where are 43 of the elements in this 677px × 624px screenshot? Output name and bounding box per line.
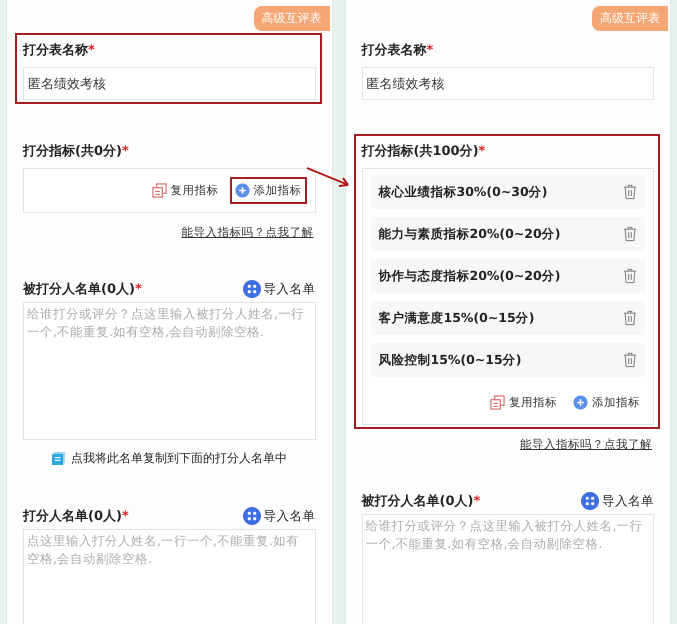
field-label: 被打分人名单(0人)* (362, 493, 480, 510)
help-link[interactable]: 能导入指标吗？点我了解 (520, 437, 652, 452)
field-label: 被打分人名单(0人)* (23, 281, 142, 298)
field-label: 打分表名称* (362, 43, 434, 58)
text-area[interactable]: 给谁打分或评分？点这里输入被打分人姓名,一行一个,不能重复.如有空格,会自动剔除空格. (23, 302, 316, 440)
plus-icon (234, 183, 250, 198)
trash-icon[interactable] (623, 268, 637, 284)
text-area[interactable]: 给谁打分或评分？点这里输入被打分人姓名,一行一个,不能重复.如有空格,会自动剔除空格. (362, 514, 654, 624)
field-label: 打分指标(共0分)* (23, 144, 129, 159)
import-list-button[interactable]: 导入名单 (242, 507, 316, 525)
indicator-row[interactable]: 客户满意度15%(0~15分) (370, 301, 645, 335)
document-icon (52, 452, 65, 465)
copy-icon (152, 183, 166, 198)
form-type-badge: 高级互评表 (254, 6, 330, 31)
trash-icon[interactable] (623, 184, 637, 200)
indicator-row[interactable]: 协作与态度指标20%(0~20分) (370, 259, 645, 293)
trash-icon[interactable] (623, 310, 637, 326)
field-label: 打分指标(共100分)* (362, 144, 486, 159)
copy-list-link[interactable]: 点我将此名单复制到下面的打分人名单中 (52, 450, 287, 467)
reuse-indicators-button[interactable]: 复用指标 (485, 389, 562, 416)
pointer-arrow (306, 167, 350, 189)
indicator-row[interactable]: 能力与素质指标20%(0~20分) (370, 217, 645, 251)
field-label: 打分表名称* (23, 43, 95, 58)
indicator-row[interactable]: 核心业绩指标30%(0~30分) (370, 175, 645, 209)
reuse-indicators-button[interactable]: 复用指标 (146, 177, 224, 204)
add-indicator-button[interactable]: 添加指标 (568, 389, 645, 416)
text-area[interactable]: 点这里输入打分人姓名,一行一个,不能重复.如有空格,会自动剔除空格. (23, 529, 316, 624)
import-list-button[interactable]: 导入名单 (242, 280, 316, 298)
indicator-row[interactable]: 风险控制15%(0~15分) (370, 343, 645, 377)
field-label: 打分人名单(0人)* (23, 508, 129, 525)
add-indicator-button[interactable]: 添加指标 (230, 177, 306, 204)
input-field[interactable]: 匿名绩效考核 (362, 67, 654, 100)
help-link[interactable]: 能导入指标吗？点我了解 (182, 225, 314, 240)
grid-dots-icon (581, 492, 599, 510)
input-field[interactable]: 匿名绩效考核 (23, 67, 316, 100)
grid-dots-icon (242, 280, 260, 298)
grid-dots-icon (242, 507, 260, 525)
trash-icon[interactable] (623, 352, 637, 368)
copy-icon (490, 395, 505, 410)
form-type-badge: 高级互评表 (592, 6, 668, 31)
plus-icon (573, 395, 588, 410)
trash-icon[interactable] (623, 226, 637, 242)
import-list-button[interactable]: 导入名单 (581, 492, 654, 510)
